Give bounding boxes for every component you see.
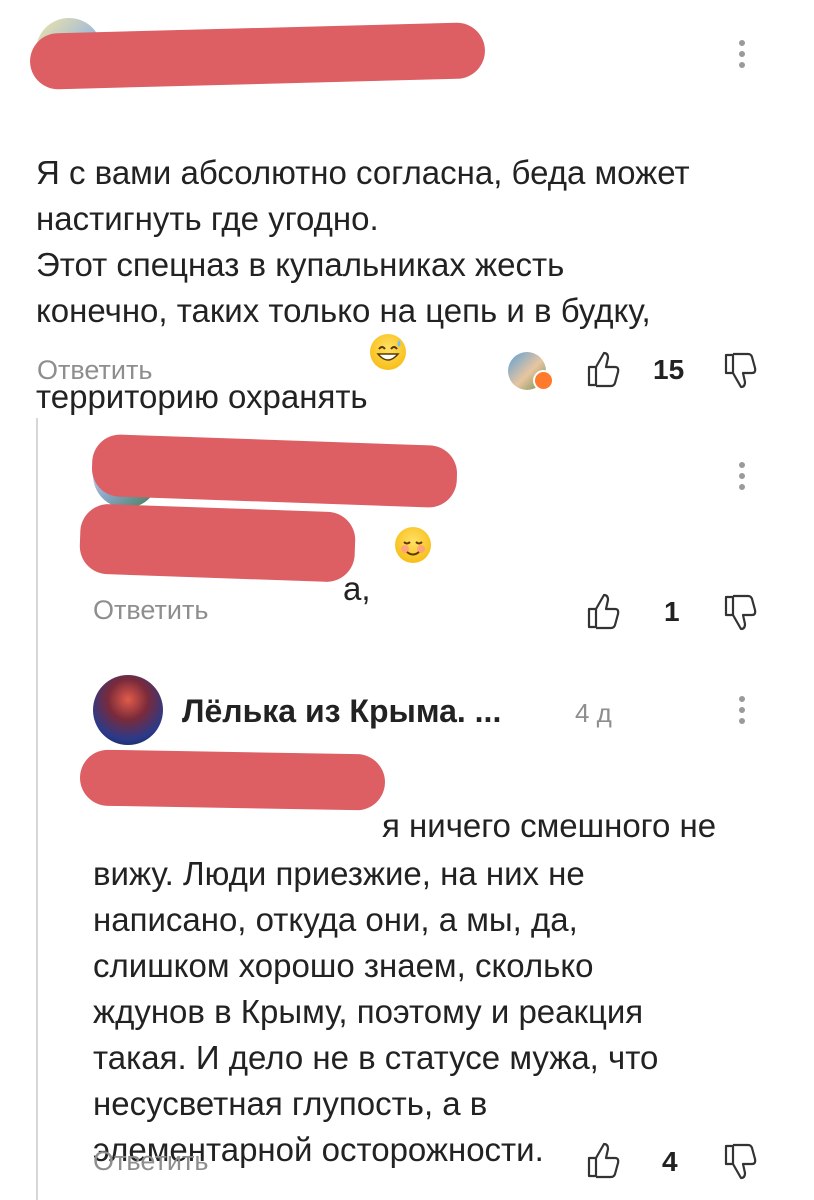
redacted-comment-text — [78, 503, 357, 583]
smiling-blush-emoji — [395, 527, 431, 563]
like-count: 4 — [662, 1146, 678, 1177]
redacted-author-name — [91, 433, 458, 509]
reply-button[interactable]: Ответить — [93, 1146, 208, 1177]
author-name[interactable]: Лёлька из Крыма. ... — [182, 693, 501, 730]
dislike-icon[interactable] — [723, 594, 757, 637]
like-icon[interactable] — [586, 350, 620, 393]
redacted-author-name — [29, 22, 486, 90]
comment-text: вижу. Люди приезжие, на них не написано,… — [93, 855, 659, 1168]
more-options-icon[interactable] — [737, 40, 747, 76]
like-icon[interactable] — [586, 1141, 620, 1184]
reply-button[interactable]: Ответить — [93, 595, 208, 626]
thread-line — [36, 418, 38, 1200]
comment-time: 4 д — [575, 698, 612, 728]
dislike-icon[interactable] — [723, 352, 757, 395]
comment-text-fragment: а, — [343, 570, 371, 607]
reply-button[interactable]: Ответить — [37, 355, 152, 386]
avatar[interactable] — [93, 675, 163, 745]
heart-icon — [533, 370, 554, 391]
grinning-sweat-emoji — [369, 334, 406, 370]
like-icon[interactable] — [586, 592, 620, 635]
more-options-icon[interactable] — [737, 462, 747, 498]
dislike-icon[interactable] — [723, 1143, 757, 1186]
redacted-comment-text — [79, 749, 386, 811]
like-count: 1 — [664, 596, 680, 627]
like-count: 15 — [653, 354, 685, 385]
more-options-icon[interactable] — [737, 696, 747, 732]
